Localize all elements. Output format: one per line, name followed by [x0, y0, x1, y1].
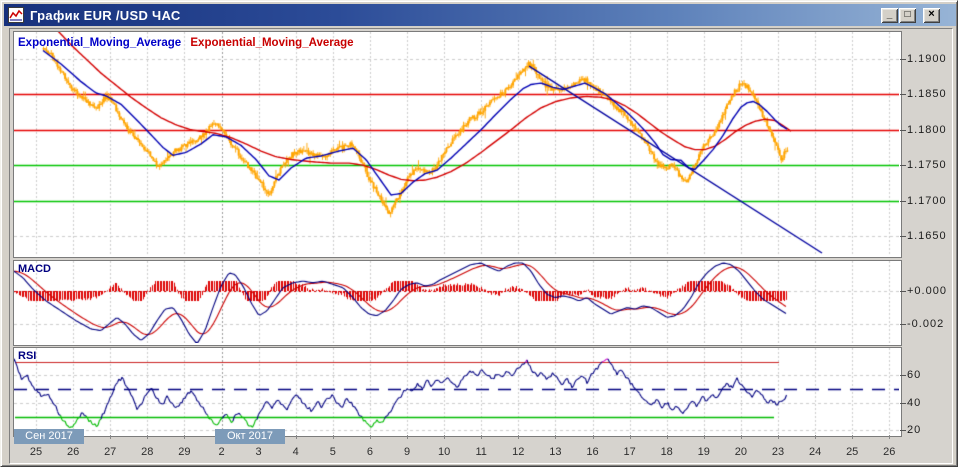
macd-tick: +0.000 — [907, 285, 947, 297]
legend-ema-slow: Exponential_Moving_Average — [190, 37, 354, 49]
macd-canvas[interactable] — [14, 261, 899, 343]
price-tick: 1.1650 — [907, 230, 947, 242]
price-tick: 1.1700 — [907, 195, 947, 207]
price-tick: 1.1900 — [907, 53, 947, 65]
close-button[interactable]: × — [923, 8, 940, 23]
price-chart-panel — [13, 31, 902, 258]
price-tick: 1.1850 — [907, 88, 947, 100]
macd-tick: -0.002 — [907, 318, 945, 330]
indicator-legend: Exponential_Moving_Average Exponential_M… — [18, 37, 354, 49]
rsi-tick: 60 — [907, 369, 922, 381]
window-title: График EUR /USD ЧАС — [30, 7, 181, 23]
macd-panel — [13, 260, 902, 346]
legend-ema-fast: Exponential_Moving_Average — [18, 37, 182, 49]
rsi-panel — [13, 347, 902, 437]
chart-window: График EUR /USD ЧАС _ □ × Exponential_Mo… — [0, 0, 958, 467]
month-label-sep: Сен 2017 — [14, 429, 84, 444]
rsi-tick: 20 — [907, 424, 922, 436]
price-tick: 1.1750 — [907, 159, 947, 171]
minimize-button[interactable]: _ — [881, 8, 898, 23]
price-tick: 1.1800 — [907, 124, 947, 136]
maximize-button[interactable]: □ — [899, 8, 916, 23]
month-label-oct: Окт 2017 — [215, 429, 285, 444]
macd-label: MACD — [18, 263, 51, 275]
rsi-label: RSI — [18, 350, 37, 362]
app-icon — [8, 7, 24, 23]
rsi-canvas[interactable] — [14, 348, 899, 434]
title-bar[interactable]: График EUR /USD ЧАС _ □ × — [4, 4, 956, 26]
rsi-tick: 40 — [907, 397, 922, 409]
price-chart-canvas[interactable] — [14, 32, 899, 255]
